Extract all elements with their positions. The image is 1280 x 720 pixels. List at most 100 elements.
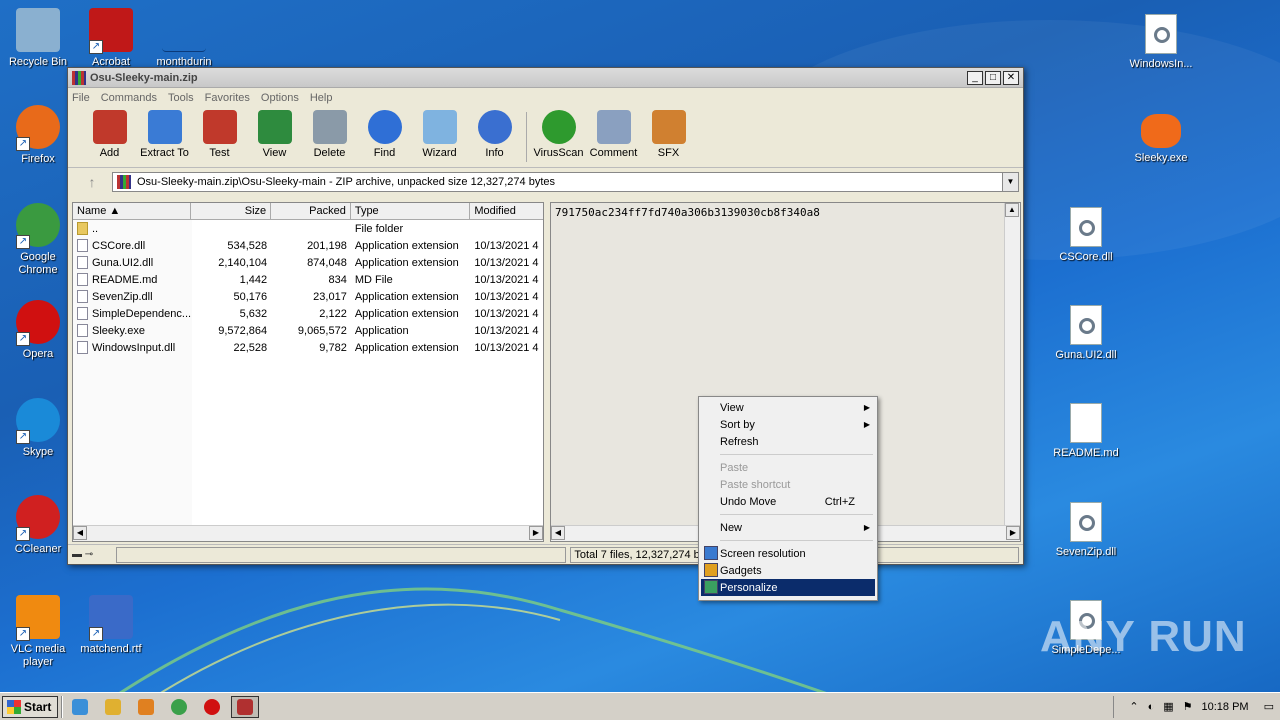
chrome-taskbar-icon[interactable] <box>165 696 193 718</box>
menu-commands[interactable]: Commands <box>101 92 157 104</box>
context-item-new[interactable]: New ▶ <box>701 519 875 536</box>
column-packed[interactable]: Packed <box>271 203 351 219</box>
volume-icon[interactable]: ◐ <box>1148 701 1155 713</box>
scroll-left-icon[interactable]: ◀ <box>73 526 87 540</box>
desktop-icon-cscore-dll[interactable]: CSCore.dll <box>1048 205 1124 264</box>
minimize-button[interactable]: _ <box>967 70 983 85</box>
desktop-icon-guna-ui2-dll[interactable]: Guna.UI2.dll <box>1048 303 1124 362</box>
opera-taskbar-icon[interactable] <box>198 696 226 718</box>
desktop-icon-vlc-media-player[interactable]: ↗ VLC media player <box>0 595 76 669</box>
context-item-view[interactable]: View ▶ <box>701 399 875 416</box>
context-item-gadgets[interactable]: Gadgets <box>701 562 875 579</box>
toolbar-delete-button[interactable]: Delete <box>302 108 357 159</box>
context-item-sort-by[interactable]: Sort by ▶ <box>701 416 875 433</box>
view-icon <box>257 110 292 144</box>
context-item-refresh[interactable]: Refresh <box>701 433 875 450</box>
menu-favorites[interactable]: Favorites <box>205 92 250 104</box>
desktop-icon-opera[interactable]: ↗ Opera <box>0 300 76 361</box>
column-modified[interactable]: Modified <box>470 203 543 219</box>
toolbar-view-button[interactable]: View <box>247 108 302 159</box>
file-name-cell: CSCore.dll <box>73 239 191 252</box>
media-player-icon[interactable] <box>132 696 160 718</box>
gear-icon <box>1079 515 1095 531</box>
scroll-right-icon[interactable]: ▶ <box>529 526 543 540</box>
close-button[interactable]: ✕ <box>1003 70 1019 85</box>
toolbar-label: Test <box>209 147 230 159</box>
desktop-icon-sevenzip-dll[interactable]: SevenZip.dll <box>1048 500 1124 559</box>
toolbar-wizard-button[interactable]: Wizard <box>412 108 467 159</box>
discord-icon <box>1141 114 1181 148</box>
start-button[interactable]: Start <box>2 695 59 718</box>
network-icon[interactable]: ▦ <box>1163 700 1173 713</box>
desktop-icon-sleeky-exe[interactable]: Sleeky.exe <box>1123 108 1199 165</box>
tray-expand-icon[interactable]: ⌃ <box>1129 700 1138 713</box>
shortcut-arrow-icon: ↗ <box>89 40 103 54</box>
menu-options[interactable]: Options <box>261 92 299 104</box>
toolbar-test-button[interactable]: Test <box>192 108 247 159</box>
title-bar[interactable]: Osu-Sleeky-main.zip _ □ ✕ <box>68 68 1023 88</box>
winrar-taskbar-icon[interactable] <box>231 695 260 718</box>
file-icon <box>77 256 88 269</box>
desktop-icon-matchend-rtf[interactable]: ↗ matchend.rtf <box>73 595 149 656</box>
desktop-icon-label: matchend.rtf <box>80 643 142 655</box>
up-arrow-icon[interactable]: ↑ <box>72 174 112 190</box>
toolbar-sfx-button[interactable]: SFX <box>641 108 696 159</box>
scroll-up-icon[interactable]: ▲ <box>1005 203 1019 217</box>
maximize-button[interactable]: □ <box>985 70 1001 85</box>
menu-help[interactable]: Help <box>310 92 333 104</box>
context-item-paste[interactable]: Paste <box>701 459 875 476</box>
toolbar-comment-button[interactable]: Comment <box>586 108 641 159</box>
desktop-icon-acrobat[interactable]: ↗ Acrobat <box>73 8 149 69</box>
taskbar: Start ⌃ ◐ ▦ ⚑ 10:18 PM ▭ <box>0 692 1280 720</box>
menu-file[interactable]: File <box>72 92 90 104</box>
internet-explorer-icon[interactable] <box>66 696 94 718</box>
table-row[interactable]: Sleeky.exe 9,572,864 9,065,572 Application 1… <box>73 322 543 339</box>
desktop-icon-recycle-bin[interactable]: Recycle Bin <box>0 8 76 69</box>
vertical-scrollbar[interactable]: ▲ <box>1004 203 1020 525</box>
desktop-icon-monthdurin[interactable]: monthdurin <box>146 8 222 69</box>
status-left <box>115 546 567 563</box>
context-item-undo-move[interactable]: Undo Move Ctrl+Z <box>701 493 875 510</box>
desktop-icon-google-chrome[interactable]: ↗ Google Chrome <box>0 203 76 277</box>
desktop-icon-ccleaner[interactable]: ↗ CCleaner <box>0 495 76 556</box>
horizontal-scrollbar[interactable]: ◀ ▶ <box>73 525 543 541</box>
dll-file-icon <box>1145 14 1177 54</box>
table-row[interactable]: CSCore.dll 534,528 201,198 Application exte… <box>73 237 543 254</box>
file-packed-cell: 9,782 <box>319 341 347 354</box>
toolbar-extract-to-button[interactable]: Extract To <box>137 108 192 159</box>
toolbar-virusscan-button[interactable]: VirusScan <box>531 108 586 159</box>
table-row[interactable]: SevenZip.dll 50,176 23,017 Application exte… <box>73 288 543 305</box>
desktop-icon-readme-md[interactable]: README.md <box>1048 401 1124 460</box>
desktop-icon-windowsin-[interactable]: WindowsIn... <box>1123 12 1199 71</box>
table-row[interactable]: Guna.UI2.dll 2,140,104 874,048 Application … <box>73 254 543 271</box>
scroll-left-icon[interactable]: ◀ <box>551 526 565 540</box>
context-item-screen-resolution[interactable]: Screen resolution <box>701 545 875 562</box>
show-desktop-icon[interactable]: ▭ <box>1264 700 1274 713</box>
explorer-icon[interactable] <box>99 696 127 718</box>
chevron-down-icon[interactable]: ▼ <box>1002 173 1018 191</box>
table-row[interactable]: SimpleDependenc... 5,632 2,122 Application … <box>73 305 543 322</box>
table-row[interactable]: WindowsInput.dll 22,528 9,782 Application e… <box>73 339 543 356</box>
find-icon <box>367 110 402 144</box>
file-type-cell: Application extension <box>354 256 459 269</box>
desktop-icon-firefox[interactable]: ↗ Firefox <box>0 105 76 166</box>
address-field[interactable]: Osu-Sleeky-main.zip\Osu-Sleeky-main - ZI… <box>112 172 1019 192</box>
scroll-right-icon[interactable]: ▶ <box>1006 526 1020 540</box>
toolbar-add-button[interactable]: Add <box>82 108 137 159</box>
toolbar-find-button[interactable]: Find <box>357 108 412 159</box>
desktop-icon-label: CCleaner <box>14 543 62 555</box>
menu-tools[interactable]: Tools <box>168 92 194 104</box>
column-size[interactable]: Size <box>191 203 272 219</box>
context-item-paste-shortcut[interactable]: Paste shortcut <box>701 476 875 493</box>
table-row[interactable]: .. File folder <box>73 220 543 237</box>
context-item-label: Sort by <box>720 418 755 431</box>
column-name[interactable]: Name ▲ <box>73 203 192 219</box>
desktop-icon-skype[interactable]: ↗ Skype <box>0 398 76 459</box>
clock[interactable]: 10:18 PM <box>1202 701 1249 713</box>
table-row[interactable]: README.md 1,442 834 MD File 10/13/2021 4 <box>73 271 543 288</box>
column-type[interactable]: Type <box>351 203 471 219</box>
context-item-personalize[interactable]: Personalize <box>701 579 875 596</box>
toolbar-info-button[interactable]: Info <box>467 108 522 159</box>
flag-icon[interactable]: ⚑ <box>1183 700 1193 713</box>
file-modified-cell: 10/13/2021 4 <box>474 256 539 269</box>
